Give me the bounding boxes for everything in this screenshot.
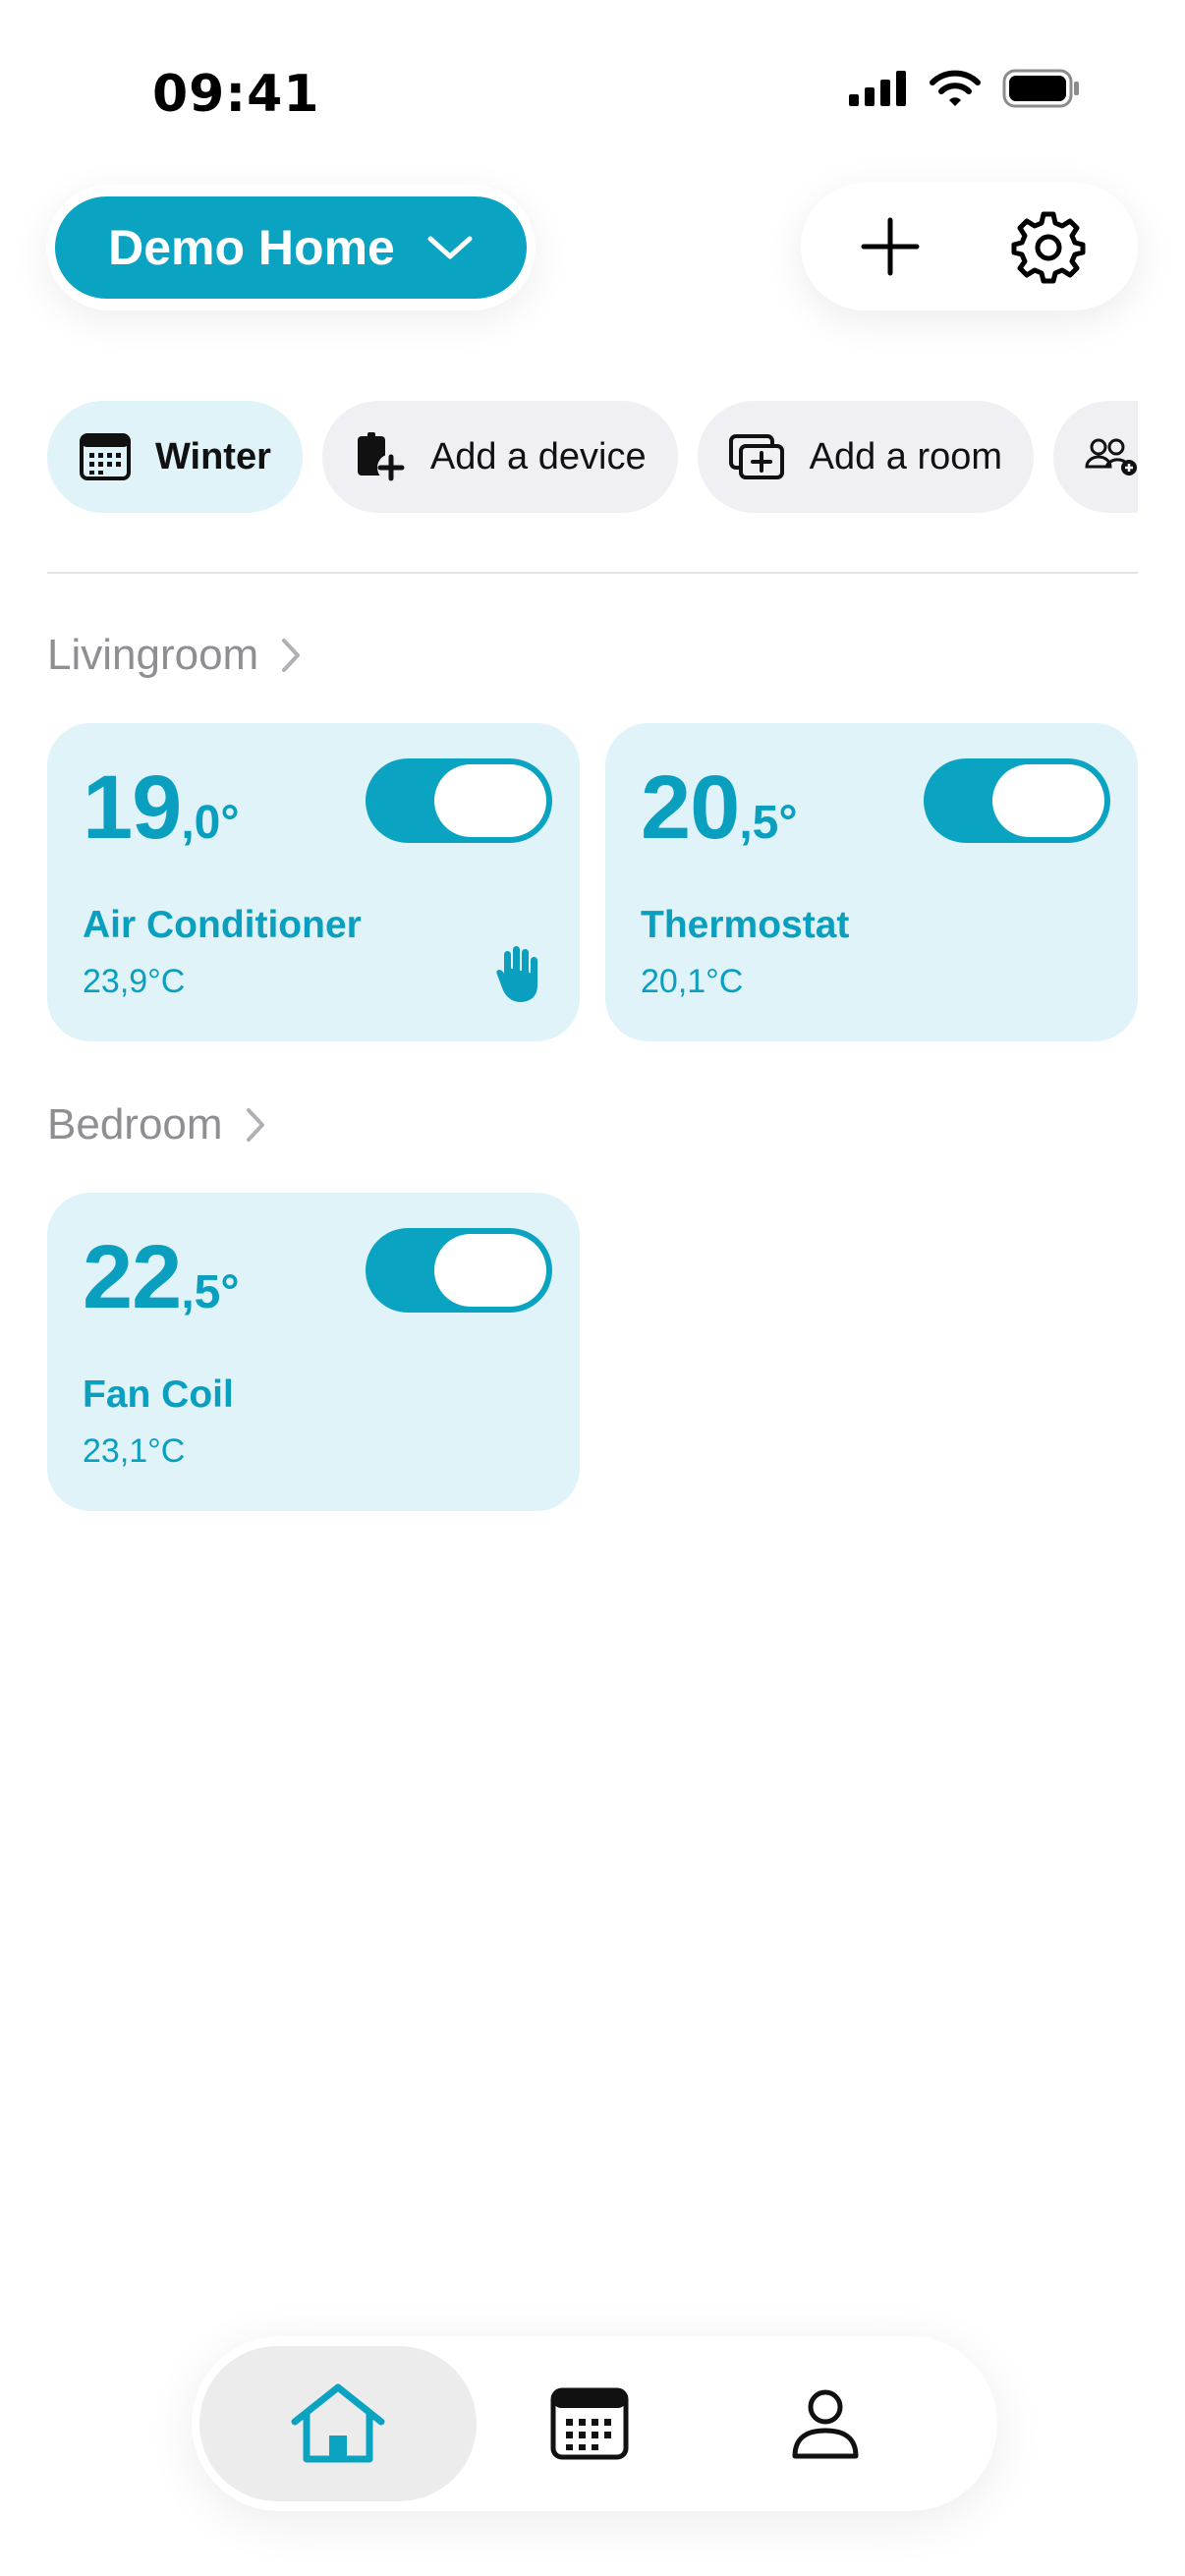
device-card-air-conditioner[interactable]: 19 ,0° Air Conditioner 23,9°C [47, 723, 580, 1041]
cellular-signal-icon [849, 71, 906, 106]
header-actions [801, 183, 1138, 310]
chevron-right-icon [282, 639, 301, 672]
status-bar: 09:41 [0, 0, 1185, 187]
settings-button[interactable] [1004, 202, 1093, 291]
calendar-icon [80, 433, 131, 480]
nav-profile[interactable] [752, 2346, 899, 2501]
divider [47, 572, 1138, 574]
device-name: Air Conditioner [83, 904, 362, 946]
chip-add-room[interactable]: Add a room [697, 401, 1035, 513]
chevron-right-icon [246, 1108, 264, 1142]
status-time: 09:41 [152, 65, 320, 124]
home-icon [291, 2383, 385, 2463]
profile-icon [792, 2389, 859, 2459]
room-header-bedroom[interactable]: Bedroom [47, 1100, 266, 1149]
wifi-icon [930, 70, 981, 106]
setpoint-temperature: 19 ,0° [83, 762, 240, 853]
chevron-down-icon [427, 236, 473, 259]
add-user-icon [1085, 438, 1138, 476]
add-button[interactable] [846, 202, 934, 291]
setpoint-temperature: 20 ,5° [641, 762, 798, 853]
home-selector-button[interactable]: Demo Home [55, 196, 527, 299]
toggle-knob [992, 764, 1104, 837]
power-toggle[interactable] [924, 758, 1110, 843]
nav-schedule[interactable] [516, 2346, 663, 2501]
room-header-livingroom[interactable]: Livingroom [47, 631, 302, 680]
calendar-icon [550, 2387, 629, 2460]
device-card-thermostat[interactable]: 20 ,5° Thermostat 20,1°C [605, 723, 1138, 1041]
chip-add-device[interactable]: Add a device [321, 401, 678, 513]
bottom-navigation [192, 2336, 997, 2511]
quick-actions-row: Winter Add a device Add a room [47, 401, 1138, 513]
chip-label: Winter [155, 435, 271, 477]
chip-winter-schedule[interactable]: Winter [47, 401, 303, 513]
battery-icon [1002, 69, 1079, 108]
status-icons [849, 69, 1081, 108]
setpoint-decimal: ,5° [181, 1266, 240, 1318]
setpoint-temperature: 22 ,5° [83, 1232, 240, 1322]
chip-add-user[interactable] [1053, 401, 1138, 513]
gear-icon [1011, 211, 1086, 284]
hand-icon [496, 946, 537, 1002]
toggle-knob [434, 764, 546, 837]
setpoint-decimal: ,5° [739, 797, 798, 849]
home-name: Demo Home [108, 220, 395, 275]
current-temperature: 23,1°C [83, 1432, 186, 1470]
device-name: Thermostat [641, 904, 850, 946]
power-toggle[interactable] [366, 758, 552, 843]
chip-label: Add a room [809, 435, 1003, 477]
current-temperature: 23,9°C [83, 963, 186, 1000]
plus-icon [861, 217, 920, 276]
device-name: Fan Coil [83, 1373, 234, 1416]
nav-home[interactable] [199, 2346, 477, 2501]
device-card-fan-coil[interactable]: 22 ,5° Fan Coil 23,1°C [47, 1193, 580, 1511]
setpoint-decimal: ,0° [181, 797, 240, 849]
setpoint-integer: 22 [83, 1227, 182, 1327]
add-device-icon [357, 432, 405, 481]
chip-label: Add a device [429, 435, 647, 477]
add-room-icon [728, 434, 784, 479]
power-toggle[interactable] [366, 1228, 552, 1313]
setpoint-integer: 19 [83, 757, 182, 858]
room-name: Bedroom [47, 1100, 223, 1148]
current-temperature: 20,1°C [641, 963, 744, 1000]
room-name: Livingroom [47, 631, 259, 679]
setpoint-integer: 20 [641, 757, 740, 858]
toggle-knob [434, 1234, 546, 1307]
home-selector-container: Demo Home [46, 185, 536, 310]
